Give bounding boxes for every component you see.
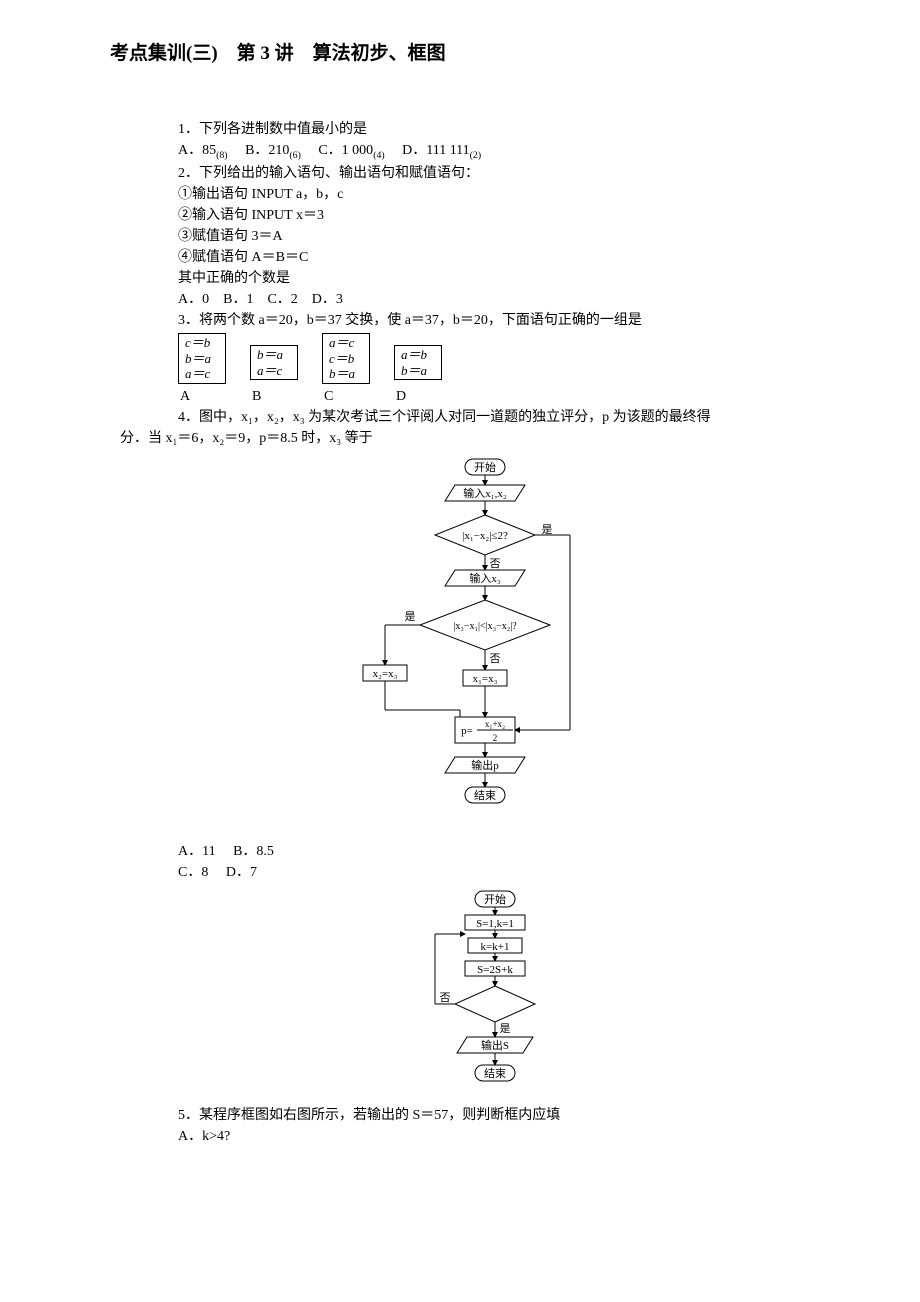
q2-l1: ①输出语句 INPUT a，b，c bbox=[178, 184, 820, 205]
q5-inc: k=k+1 bbox=[481, 941, 510, 953]
q3-lblC: C bbox=[322, 386, 370, 407]
q1-A-sub: (8) bbox=[216, 149, 227, 160]
q3-lblA: A bbox=[178, 386, 226, 407]
q4-p-den: 2 bbox=[493, 733, 498, 743]
q4-p-num: x₁+x₂ bbox=[485, 719, 505, 729]
q1-D-sub: (2) bbox=[470, 149, 481, 160]
q4-stem-b: 分．当 x₁＝6，x₂＝9，p＝8.5 时，x₃ 等于 bbox=[120, 428, 820, 449]
q4-flowchart: 开始 输入x₁,x₂ |x₁−x₂|≤2? 是 否 输入x₃ |x₃−x₁|<|… bbox=[355, 455, 615, 835]
q1-options: A．85(8) B．210(6) C．1 000(4) D．111 111(2) bbox=[178, 140, 820, 163]
q2-l4: ④赋值语句 A＝B＝C bbox=[178, 247, 820, 268]
q4-start: 开始 bbox=[474, 460, 496, 474]
q4-p-l: p= bbox=[461, 725, 473, 737]
q4-D: D．7 bbox=[226, 865, 257, 880]
q4-outp: 输出p bbox=[471, 758, 499, 772]
q5-init: S=1,k=1 bbox=[476, 918, 514, 930]
q5-yes: 是 bbox=[500, 1022, 511, 1035]
q5-flowchart: 开始 S=1,k=1 k=k+1 S=2S+k 否 是 输出S bbox=[405, 889, 565, 1099]
q5-start: 开始 bbox=[484, 892, 506, 906]
q4-asgn1: x₁=x₃ bbox=[473, 673, 498, 685]
q4-in12: 输入x₁,x₂ bbox=[463, 486, 507, 500]
q4-d1: |x₁−x₂|≤2? bbox=[462, 530, 508, 542]
q2-opts: A．0 B．1 C．2 D．3 bbox=[178, 289, 820, 310]
q4-d2: |x₃−x₁|<|x₃−x₂|? bbox=[453, 621, 517, 632]
q4-opts-1: A．11 B．8.5 bbox=[178, 841, 820, 862]
q2-l3: ③赋值语句 3＝A bbox=[178, 226, 820, 247]
q5-out: 输出S bbox=[481, 1038, 509, 1052]
q3-lblD: D bbox=[394, 386, 442, 407]
q5-end: 结束 bbox=[484, 1067, 506, 1080]
q4-in3: 输入x₃ bbox=[469, 571, 500, 585]
q4-end: 结束 bbox=[474, 789, 496, 802]
q1-C: C．1 000 bbox=[318, 143, 373, 158]
q5-stem: 5．某程序框图如右图所示，若输出的 S＝57，则判断框内应填 bbox=[150, 1105, 820, 1126]
q3-boxA: c＝b b＝a a＝c bbox=[178, 333, 226, 384]
q3-boxB: b＝a a＝c bbox=[250, 345, 298, 380]
q5-A: A．k>4? bbox=[178, 1126, 820, 1147]
q4-d1-no: 否 bbox=[490, 558, 501, 570]
content: 1．下列各进制数中值最小的是 A．85(8) B．210(6) C．1 000(… bbox=[150, 119, 820, 1147]
q4-asgn2: x₂=x₃ bbox=[373, 668, 398, 680]
q4-d2-no: 否 bbox=[490, 653, 501, 665]
q4-C: C．8 bbox=[178, 865, 208, 880]
q3-boxC: a＝c c＝b b＝a bbox=[322, 333, 370, 384]
q3-boxD: a＝b b＝a bbox=[394, 345, 442, 380]
q4-d1-yes: 是 bbox=[542, 523, 553, 536]
q4-A: A．11 bbox=[178, 844, 216, 859]
q5-no: 否 bbox=[440, 992, 451, 1004]
q1-B: B．210 bbox=[245, 143, 289, 158]
q4-stem-a: 4．图中，x₁，x₂，x₃ 为某次考试三个评阅人对同一道题的独立评分，p 为该题… bbox=[150, 407, 820, 428]
q2-stem: 2．下列给出的输入语句、输出语句和赋值语句： bbox=[150, 163, 820, 184]
q1-D: D．111 111 bbox=[402, 143, 470, 158]
q1-C-sub: (4) bbox=[373, 149, 384, 160]
q4-d2-yes: 是 bbox=[405, 610, 416, 623]
q3-boxes: c＝b b＝a a＝c b＝a a＝c a＝c c＝b b＝a a＝b b＝a bbox=[178, 333, 820, 384]
q1-B-sub: (6) bbox=[289, 149, 300, 160]
q5-upd: S=2S+k bbox=[477, 964, 513, 976]
q4-B: B．8.5 bbox=[233, 844, 274, 859]
q1-A: A．85 bbox=[178, 143, 216, 158]
q2-ask: 其中正确的个数是 bbox=[178, 268, 820, 289]
page-title: 考点集训(三) 第 3 讲 算法初步、框图 bbox=[110, 40, 820, 69]
q3-labels: A B C D bbox=[178, 386, 820, 407]
q4-opts-2: C．8 D．7 bbox=[178, 862, 820, 883]
q3-stem: 3．将两个数 a＝20，b＝37 交换，使 a＝37，b＝20，下面语句正确的一… bbox=[150, 310, 820, 331]
q3-lblB: B bbox=[250, 386, 298, 407]
q2-l2: ②输入语句 INPUT x＝3 bbox=[178, 205, 820, 226]
q1-stem: 1．下列各进制数中值最小的是 bbox=[150, 119, 820, 140]
